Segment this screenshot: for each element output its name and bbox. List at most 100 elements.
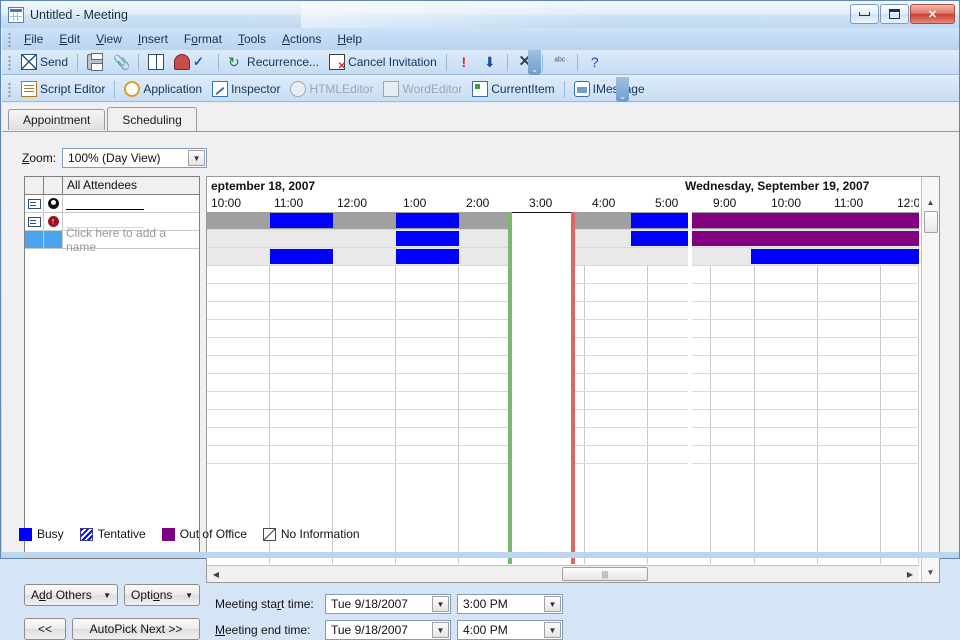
- menu-tools[interactable]: Tools: [230, 30, 274, 48]
- zoom-row: Zoom: 100% (Day View) ▼: [22, 148, 207, 168]
- required-attendee-icon[interactable]: ↑: [44, 213, 63, 230]
- add-attendee-row[interactable]: Click here to add a name: [25, 231, 199, 249]
- scroll-down-button[interactable]: ▼: [923, 565, 938, 580]
- clock-icon: [124, 81, 140, 97]
- scheduling-pane: Zoom: 100% (Day View) ▼ All Attendees: [2, 132, 959, 558]
- toolbar-separator: [564, 81, 565, 98]
- importance-high-button[interactable]: !: [451, 52, 477, 72]
- chevron-down-icon[interactable]: ▼: [432, 622, 449, 638]
- application-button[interactable]: Application: [119, 79, 207, 99]
- selection-end-handle[interactable]: [571, 212, 575, 564]
- add-others-button[interactable]: Add Others ▼: [24, 584, 118, 606]
- hour-tick-200p: 2:00: [466, 196, 489, 210]
- print-button[interactable]: [82, 52, 108, 72]
- vertical-scrollbar[interactable]: ▲ ▼: [921, 177, 939, 582]
- address-book-button[interactable]: [143, 52, 169, 72]
- cancel-invitation-button[interactable]: Cancel Invitation: [324, 52, 442, 72]
- down-arrow-icon: ⬇: [482, 54, 498, 70]
- legend-noinfo-label: No Information: [281, 527, 360, 541]
- freebusy-grid[interactable]: eptember 18, 2007 Wednesday, September 1…: [206, 176, 940, 583]
- exclamation-icon: !: [456, 54, 472, 70]
- hour-tick-1000a-d2: 10:00: [771, 196, 801, 210]
- attendees-grid[interactable]: All Attendees ↑ Cli: [24, 176, 200, 559]
- check-names-button[interactable]: ✓: [169, 52, 214, 72]
- minimize-button[interactable]: [850, 4, 879, 24]
- script-editor-label: Script Editor: [40, 82, 105, 96]
- previous-button[interactable]: <<: [24, 618, 66, 640]
- menu-gripper-icon[interactable]: [6, 31, 13, 47]
- legend-tentative-label: Tentative: [98, 527, 146, 541]
- zoom-label: Zoom:: [22, 151, 56, 165]
- tab-bar: Appointment Scheduling: [8, 108, 199, 130]
- script-toolbar-overflow[interactable]: ⌄: [616, 77, 629, 102]
- chevron-down-icon[interactable]: ▼: [188, 150, 205, 166]
- meeting-start-time-select[interactable]: 3:00 PM ▼: [457, 594, 563, 614]
- add-name-placeholder[interactable]: Click here to add a name: [63, 231, 199, 248]
- toolbar-gripper-icon[interactable]: [6, 81, 13, 97]
- vertical-scroll-thumb[interactable]: [924, 211, 938, 233]
- imessage-button[interactable]: IMessage: [569, 79, 650, 99]
- hour-tick-300p: 3:00: [529, 196, 552, 210]
- chevron-down-icon[interactable]: ▼: [432, 596, 449, 612]
- window-controls: ✕: [850, 4, 955, 24]
- attach-button[interactable]: 📎: [108, 52, 134, 72]
- menu-file[interactable]: File: [16, 30, 51, 48]
- meeting-start-date-select[interactable]: Tue 9/18/2007 ▼: [325, 594, 451, 614]
- scroll-up-button[interactable]: ▲: [923, 195, 938, 210]
- meeting-end-time-select[interactable]: 4:00 PM ▼: [457, 620, 563, 640]
- tab-appointment[interactable]: Appointment: [8, 109, 105, 130]
- script-editor-button[interactable]: Script Editor: [16, 79, 110, 99]
- spelling-button[interactable]: ᵃᵇᶜ: [547, 52, 573, 72]
- inspector-label: Inspector: [231, 82, 280, 96]
- chevron-down-icon[interactable]: ▼: [544, 596, 561, 612]
- chevron-down-icon[interactable]: ▼: [544, 622, 561, 638]
- help-button[interactable]: ?: [582, 52, 608, 72]
- wordeditor-button: WordEditor: [378, 79, 467, 99]
- meeting-end-date-select[interactable]: Tue 9/18/2007 ▼: [325, 620, 451, 640]
- options-button[interactable]: Options ▼: [124, 584, 200, 606]
- table-row[interactable]: [25, 195, 199, 213]
- scroll-left-button[interactable]: ◀: [208, 566, 224, 582]
- status-bar: [2, 552, 959, 558]
- script-toolbar: Script Editor Application Inspector HTML…: [2, 77, 959, 102]
- importance-low-button[interactable]: ⬇: [477, 52, 503, 72]
- menu-edit[interactable]: Edit: [51, 30, 88, 48]
- pencil-icon: [212, 81, 228, 97]
- chairperson-icon[interactable]: [44, 195, 63, 212]
- freebusy-canvas[interactable]: [207, 212, 919, 564]
- selection-start-handle[interactable]: [508, 212, 512, 564]
- send-button[interactable]: Send: [16, 52, 73, 72]
- attendee-role-column-header: [44, 177, 63, 194]
- close-button[interactable]: ✕: [910, 4, 955, 24]
- maximize-button[interactable]: [880, 4, 909, 24]
- autopick-next-button[interactable]: AutoPick Next >>: [72, 618, 200, 640]
- scroll-right-button[interactable]: ▶: [902, 566, 918, 582]
- attendee-name-1[interactable]: [63, 195, 199, 212]
- menu-insert[interactable]: Insert: [130, 30, 176, 48]
- attendee-card-icon[interactable]: [25, 213, 44, 230]
- horizontal-scroll-thumb[interactable]: |||: [562, 567, 648, 581]
- recurrence-button[interactable]: ↻ Recurrence...: [223, 52, 324, 72]
- legend-out-of-office: Out of Office: [162, 527, 247, 541]
- standard-toolbar-overflow[interactable]: ⌄: [528, 50, 541, 75]
- menu-format[interactable]: Format: [176, 30, 230, 48]
- menu-help[interactable]: Help: [329, 30, 370, 48]
- tab-scheduling[interactable]: Scheduling: [107, 107, 196, 131]
- timeline-header: eptember 18, 2007 Wednesday, September 1…: [207, 177, 919, 212]
- add-row-marker[interactable]: [25, 231, 44, 248]
- menu-actions[interactable]: Actions: [274, 30, 329, 48]
- zoom-select[interactable]: 100% (Day View) ▼: [62, 148, 207, 168]
- meeting-time-selection[interactable]: [508, 212, 575, 564]
- add-row-marker-2[interactable]: [44, 231, 63, 248]
- toolbar-gripper-icon[interactable]: [6, 54, 13, 70]
- legend-busy: Busy: [19, 527, 64, 541]
- horizontal-scrollbar[interactable]: ◀ ▶ |||: [207, 565, 919, 582]
- checkmark-icon: ✓: [193, 54, 209, 70]
- menu-view[interactable]: View: [88, 30, 130, 48]
- attendee-card-icon[interactable]: [25, 195, 44, 212]
- legend-tentative: Tentative: [80, 527, 146, 541]
- currentitem-button[interactable]: CurrentItem: [467, 79, 559, 99]
- inspector-button[interactable]: Inspector: [207, 79, 285, 99]
- currentitem-label: CurrentItem: [491, 82, 554, 96]
- spelling-icon: ᵃᵇᶜ: [552, 54, 568, 70]
